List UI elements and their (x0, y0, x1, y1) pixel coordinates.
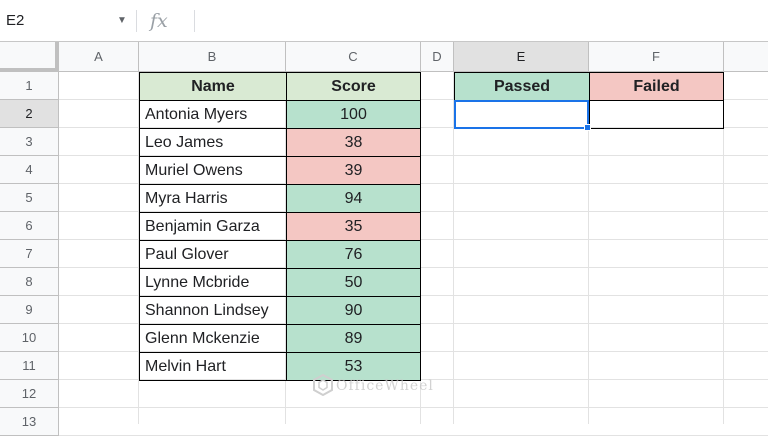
select-all-corner[interactable] (0, 42, 59, 72)
header-failed[interactable]: Failed (589, 72, 724, 101)
selection-outline (454, 100, 589, 129)
divider (136, 10, 137, 32)
grid-line (59, 407, 768, 408)
column-header-c[interactable]: C (286, 42, 421, 72)
row-header-1[interactable]: 1 (0, 72, 59, 100)
name-cell[interactable]: Glenn Mckenzie (139, 324, 287, 353)
row-header-9[interactable]: 9 (0, 296, 59, 324)
row-header-10[interactable]: 10 (0, 324, 59, 352)
row-header-4[interactable]: 4 (0, 156, 59, 184)
column-header-d[interactable]: D (421, 42, 454, 72)
score-cell[interactable]: 35 (286, 212, 421, 241)
column-header-f[interactable]: F (589, 42, 724, 72)
row-header-12[interactable]: 12 (0, 380, 59, 408)
header-score[interactable]: Score (286, 72, 421, 101)
row-header-3[interactable]: 3 (0, 128, 59, 156)
name-cell[interactable]: Lynne Mcbride (139, 268, 287, 297)
name-cell[interactable]: Leo James (139, 128, 287, 157)
score-cell[interactable]: 38 (286, 128, 421, 157)
failed-count-cell[interactable] (589, 100, 724, 129)
formula-input[interactable] (200, 7, 760, 35)
row-header-6[interactable]: 6 (0, 212, 59, 240)
name-cell[interactable]: Myra Harris (139, 184, 287, 213)
column-header-a[interactable]: A (59, 42, 139, 72)
fill-handle[interactable] (584, 124, 591, 131)
row-header-13[interactable]: 13 (0, 408, 59, 436)
score-cell[interactable]: 89 (286, 324, 421, 353)
score-cell[interactable]: 100 (286, 100, 421, 129)
score-cell[interactable]: 50 (286, 268, 421, 297)
column-header-b[interactable]: B (139, 42, 286, 72)
chevron-down-icon[interactable]: ▼ (116, 7, 128, 35)
column-header-e[interactable]: E (454, 42, 589, 72)
row-header-2[interactable]: 2 (0, 100, 59, 128)
score-cell[interactable]: 94 (286, 184, 421, 213)
header-passed[interactable]: Passed (454, 72, 590, 101)
divider (194, 10, 195, 32)
column-header-g[interactable] (724, 42, 768, 72)
name-cell[interactable]: Muriel Owens (139, 156, 287, 185)
watermark-text: OfficeWheel (336, 378, 434, 394)
name-cell[interactable]: Shannon Lindsey (139, 296, 287, 325)
row-header-8[interactable]: 8 (0, 268, 59, 296)
name-cell[interactable]: Melvin Hart (139, 352, 287, 381)
row-header-5[interactable]: 5 (0, 184, 59, 212)
officewheel-logo-icon (313, 374, 333, 396)
score-cell[interactable]: 90 (286, 296, 421, 325)
name-cell[interactable]: Benjamin Garza (139, 212, 287, 241)
score-cell[interactable]: 76 (286, 240, 421, 269)
fx-icon: fx (150, 10, 168, 32)
score-cell[interactable]: 39 (286, 156, 421, 185)
name-cell[interactable]: Antonia Myers (139, 100, 287, 129)
row-header-11[interactable]: 11 (0, 352, 59, 380)
name-cell[interactable]: Paul Glover (139, 240, 287, 269)
header-name[interactable]: Name (139, 72, 287, 101)
row-header-7[interactable]: 7 (0, 240, 59, 268)
